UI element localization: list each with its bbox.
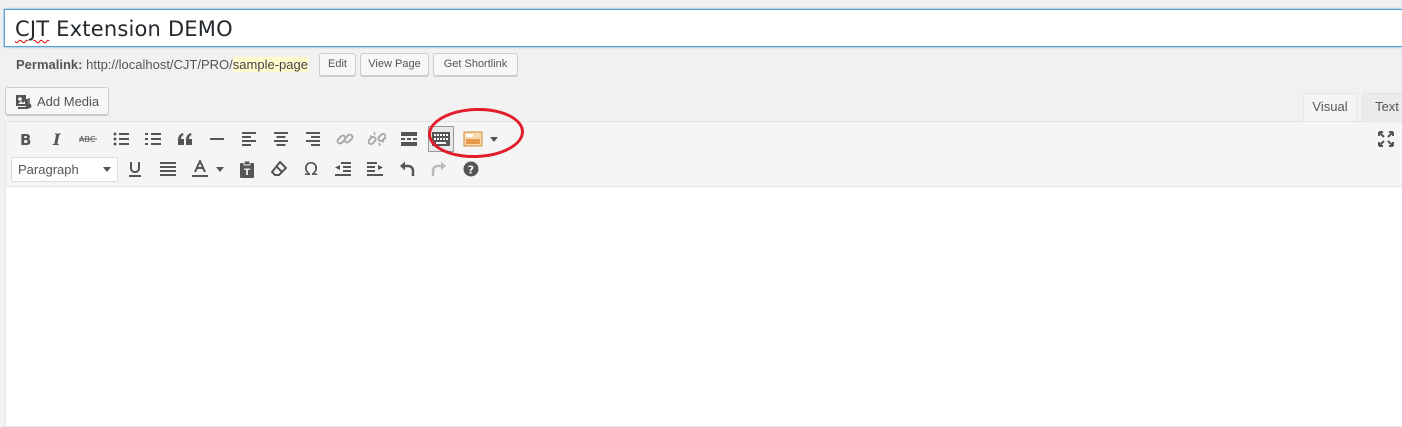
italic-icon: I bbox=[52, 131, 61, 147]
align-right-button[interactable] bbox=[300, 127, 326, 151]
redo-button[interactable] bbox=[426, 157, 452, 181]
svg-text:?: ? bbox=[468, 164, 474, 177]
indent-icon bbox=[367, 162, 383, 176]
text-color-icon bbox=[192, 160, 208, 177]
bold-button[interactable]: B bbox=[13, 127, 39, 151]
undo-icon bbox=[400, 161, 415, 176]
view-page-button[interactable]: View Page bbox=[360, 53, 429, 76]
horizontal-line-button[interactable] bbox=[204, 127, 230, 151]
link-button[interactable] bbox=[332, 127, 358, 151]
read-more-icon bbox=[401, 132, 417, 146]
post-title-input[interactable]: CJT Extension DEMO bbox=[4, 9, 1402, 47]
svg-text:T: T bbox=[244, 168, 251, 178]
svg-text:I: I bbox=[52, 131, 61, 147]
numbered-list-icon bbox=[145, 133, 161, 145]
strikethrough-button[interactable]: ABC bbox=[76, 127, 102, 151]
underline-button[interactable] bbox=[122, 157, 148, 181]
unlink-button[interactable] bbox=[364, 127, 390, 151]
special-character-icon: Ω bbox=[304, 158, 318, 180]
bulleted-list-icon bbox=[113, 132, 129, 146]
align-right-icon bbox=[306, 132, 320, 146]
bold-icon: B bbox=[20, 131, 31, 147]
post-title-text: CJT Extension DEMO bbox=[15, 17, 233, 41]
chevron-down-icon bbox=[103, 167, 111, 172]
tab-visual[interactable]: Visual bbox=[1303, 93, 1357, 121]
permalink-base-url: http://localhost/CJT/PRO/ bbox=[86, 57, 233, 72]
strikethrough-icon: ABC bbox=[79, 135, 97, 144]
clear-formatting-button[interactable] bbox=[266, 157, 292, 181]
blockquote-icon bbox=[178, 133, 192, 145]
bulleted-list-button[interactable] bbox=[108, 127, 134, 151]
clear-formatting-icon bbox=[271, 161, 287, 176]
justify-button[interactable] bbox=[155, 157, 181, 181]
unlink-icon bbox=[368, 131, 386, 147]
redo-icon bbox=[431, 161, 446, 176]
link-icon bbox=[336, 133, 354, 145]
help-icon: ? bbox=[463, 161, 479, 177]
help-button[interactable]: ? bbox=[458, 157, 484, 181]
paste-as-text-button[interactable]: T bbox=[234, 157, 260, 181]
dropdown-arrow-icon bbox=[216, 166, 224, 172]
indent-button[interactable] bbox=[362, 157, 388, 181]
svg-text:B: B bbox=[20, 131, 31, 147]
align-center-button[interactable] bbox=[268, 127, 294, 151]
add-media-button[interactable]: Add Media bbox=[5, 87, 109, 115]
permalink-slug[interactable]: sample-page bbox=[232, 57, 308, 72]
fullscreen-button[interactable] bbox=[1373, 127, 1399, 151]
undo-button[interactable] bbox=[394, 157, 420, 181]
read-more-button[interactable] bbox=[396, 127, 422, 151]
add-media-icon bbox=[16, 95, 32, 109]
horizontal-line-icon bbox=[210, 138, 224, 140]
format-select-value: Paragraph bbox=[18, 162, 79, 177]
underline-icon bbox=[129, 162, 141, 177]
numbered-list-button[interactable] bbox=[140, 127, 166, 151]
special-character-button[interactable]: Ω bbox=[298, 157, 324, 181]
align-center-icon bbox=[274, 132, 288, 146]
text-color-dropdown[interactable] bbox=[210, 157, 230, 181]
tab-text[interactable]: Text bbox=[1362, 93, 1402, 121]
justify-icon bbox=[160, 162, 176, 176]
edit-permalink-button[interactable]: Edit bbox=[319, 53, 356, 76]
permalink-label: Permalink: bbox=[16, 57, 83, 72]
align-left-icon bbox=[242, 132, 256, 146]
outdent-icon bbox=[335, 162, 351, 176]
get-shortlink-button[interactable]: Get Shortlink bbox=[433, 53, 518, 76]
editor-content-area[interactable] bbox=[5, 187, 1402, 427]
permalink-row: Permalink: http://localhost/CJT/PRO/samp… bbox=[16, 55, 308, 75]
align-left-button[interactable] bbox=[236, 127, 262, 151]
italic-button[interactable]: I bbox=[45, 127, 71, 151]
add-media-label: Add Media bbox=[37, 94, 100, 109]
format-select[interactable]: Paragraph bbox=[11, 157, 118, 182]
fullscreen-icon bbox=[1378, 131, 1394, 147]
blockquote-button[interactable] bbox=[172, 127, 198, 151]
outdent-button[interactable] bbox=[330, 157, 356, 181]
paste-as-text-icon: T bbox=[240, 160, 254, 178]
